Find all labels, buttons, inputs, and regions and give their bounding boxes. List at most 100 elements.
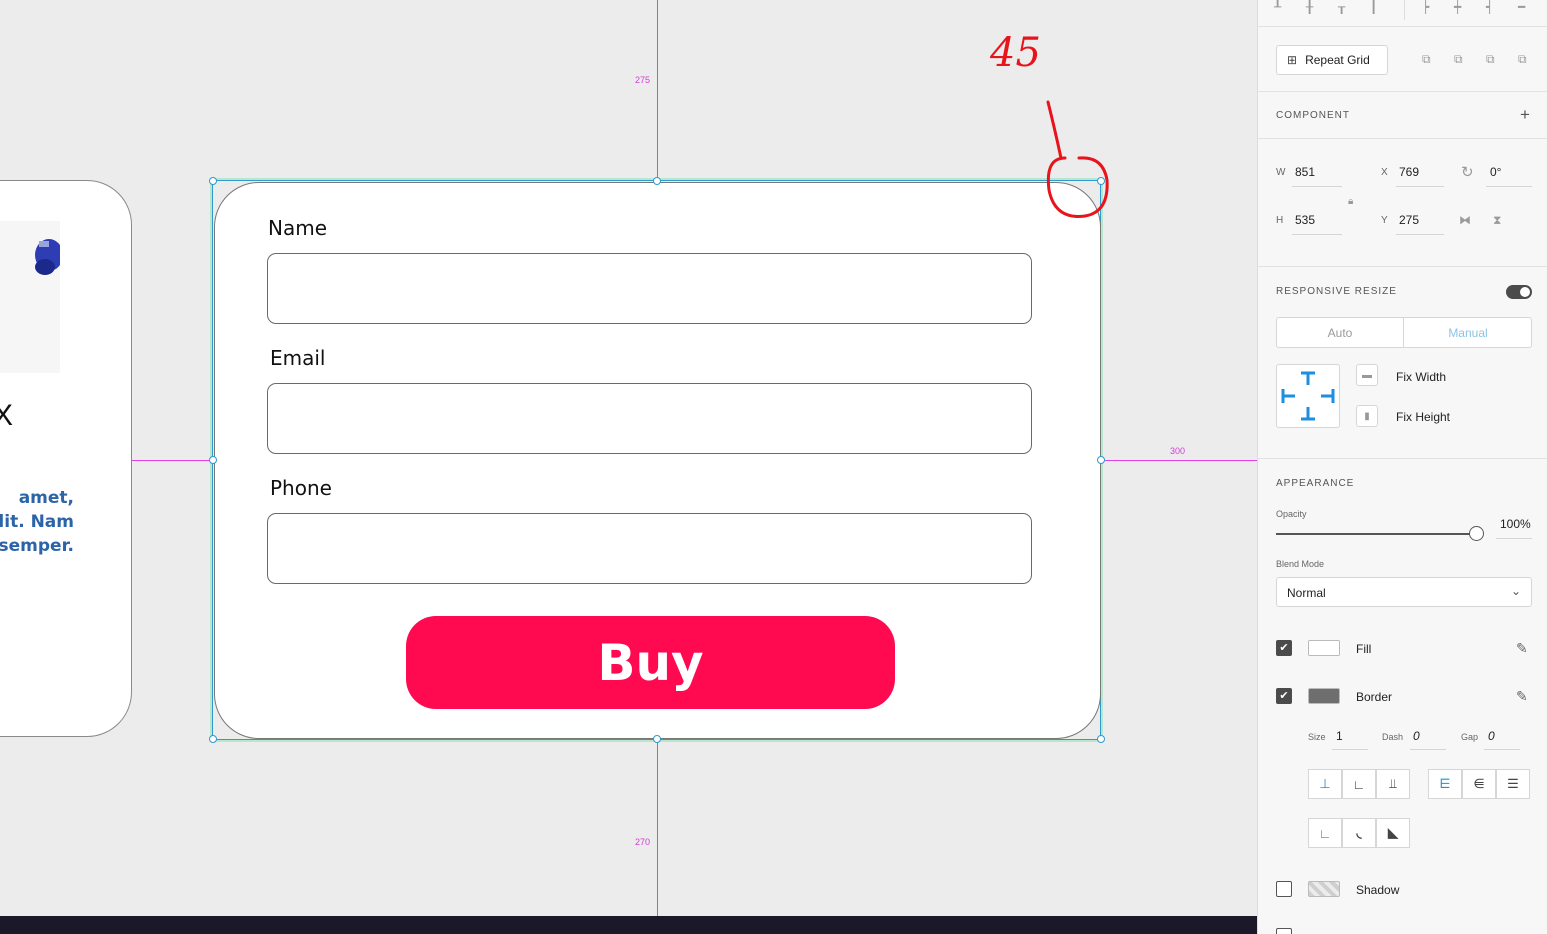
fix-width-checkbox[interactable]: ▬ <box>1356 364 1378 386</box>
repeat-grid-label: Repeat Grid <box>1305 53 1370 67</box>
dash-underline <box>1410 749 1446 750</box>
border-color-swatch[interactable] <box>1308 688 1340 704</box>
opacity-slider-handle[interactable] <box>1469 526 1484 541</box>
height-field[interactable]: 535 <box>1295 213 1315 227</box>
buy-button[interactable]: Buy <box>406 616 895 709</box>
align-middle-icon[interactable]: ╂ <box>1306 0 1313 14</box>
stroke-inside-icon[interactable]: ⋿ <box>1428 769 1462 799</box>
resize-handle-bottom[interactable] <box>653 735 661 743</box>
rotate-icon: ↻ <box>1461 164 1474 181</box>
responsive-resize-title: RESPONSIVE RESIZE <box>1276 286 1397 297</box>
fix-height-checkbox[interactable]: ▮ <box>1356 405 1378 427</box>
divider <box>1258 91 1547 92</box>
eyedropper-icon[interactable]: ✎ <box>1516 688 1528 705</box>
annotation-text: 45 <box>990 30 1041 76</box>
description-line: lit. Nam <box>0 512 74 532</box>
product-card-left[interactable]: X amet, lit. Nam semper. <box>0 180 132 737</box>
distribute-horizontal-icon[interactable]: ━ <box>1518 0 1525 14</box>
boolean-exclude-icon[interactable]: ⧉ <box>1518 52 1527 67</box>
shadow-label: Shadow <box>1356 883 1400 897</box>
height-label: H <box>1276 215 1284 226</box>
x-field[interactable]: 769 <box>1399 165 1419 179</box>
line-join-bevel-icon[interactable]: ⫫ <box>1376 769 1410 799</box>
y-label: Y <box>1381 215 1388 226</box>
guide-bottom <box>657 740 658 934</box>
resize-handle-left[interactable] <box>209 456 217 464</box>
fill-checkbox[interactable]: ✔ <box>1276 640 1292 656</box>
add-component-button[interactable]: + <box>1520 105 1530 125</box>
y-field[interactable]: 275 <box>1399 213 1419 227</box>
flip-horizontal-icon[interactable]: ⧓ <box>1459 213 1471 227</box>
blend-mode-value: Normal <box>1287 586 1326 600</box>
fill-color-swatch[interactable] <box>1308 640 1340 656</box>
line-join-round-icon[interactable]: ∟ <box>1342 769 1376 799</box>
border-dash-field[interactable]: 0 <box>1413 729 1420 743</box>
flip-vertical-icon[interactable]: ⧗ <box>1493 213 1501 228</box>
shadow-color-swatch[interactable] <box>1308 881 1340 897</box>
constraints-widget[interactable] <box>1276 364 1340 428</box>
boolean-add-icon[interactable]: ⧉ <box>1422 52 1431 67</box>
auto-mode-tab[interactable]: Auto <box>1277 318 1404 347</box>
align-right-icon[interactable]: ┥ <box>1486 0 1493 14</box>
repeat-grid-button[interactable]: ⊞ Repeat Grid <box>1276 45 1388 75</box>
stroke-center-icon[interactable]: ⋹ <box>1462 769 1496 799</box>
resize-handle-bottom-right[interactable] <box>1097 735 1105 743</box>
lock-aspect-icon[interactable]: 🔒︎ <box>1348 196 1353 207</box>
x-underline <box>1396 186 1444 187</box>
align-top-icon[interactable]: ┸ <box>1274 0 1281 14</box>
opacity-underline <box>1496 538 1532 539</box>
shadow-checkbox[interactable] <box>1276 881 1292 897</box>
border-gap-field[interactable]: 0 <box>1488 729 1495 743</box>
x-label: X <box>1381 167 1388 178</box>
resize-handle-bottom-left[interactable] <box>209 735 217 743</box>
divider <box>1258 138 1547 139</box>
guide-top-value: 275 <box>635 75 651 85</box>
resize-handle-right[interactable] <box>1097 456 1105 464</box>
boolean-subtract-icon[interactable]: ⧉ <box>1454 52 1463 67</box>
width-field[interactable]: 851 <box>1295 165 1315 179</box>
repeat-grid-icon: ⊞ <box>1287 53 1298 67</box>
rotation-underline <box>1486 186 1532 187</box>
stroke-outside-icon[interactable]: ☰ <box>1496 769 1530 799</box>
email-input[interactable] <box>267 383 1032 454</box>
cap-square-icon[interactable]: ◣ <box>1376 818 1410 848</box>
opacity-slider-track[interactable] <box>1276 533 1476 535</box>
gap-underline <box>1484 749 1520 750</box>
distribute-vertical-icon[interactable]: ┃ <box>1370 0 1377 14</box>
taskbar <box>0 916 1257 934</box>
y-underline <box>1396 234 1444 235</box>
order-form-card[interactable]: Name Email Phone Buy <box>214 182 1101 739</box>
name-input[interactable] <box>267 253 1032 324</box>
responsive-resize-toggle[interactable] <box>1506 285 1532 299</box>
align-bottom-icon[interactable]: ┰ <box>1338 0 1345 14</box>
resize-handle-top-left[interactable] <box>209 177 217 185</box>
rotation-field[interactable]: 0° <box>1490 165 1501 179</box>
blend-mode-select[interactable]: Normal ⌄ <box>1276 577 1532 607</box>
align-left-icon[interactable]: ┝ <box>1422 0 1429 14</box>
divider <box>1258 266 1547 267</box>
divider <box>1258 26 1547 27</box>
border-size-field[interactable]: 1 <box>1336 729 1343 743</box>
line-join-miter-icon[interactable]: ⊥ <box>1308 769 1342 799</box>
product-image <box>0 221 63 373</box>
design-canvas[interactable]: 275 270 769 300 X amet, lit. Nam semper.… <box>0 0 1257 934</box>
background-blur-checkbox[interactable] <box>1276 928 1292 934</box>
name-label: Name <box>268 216 328 240</box>
border-dash-label: Dash <box>1382 732 1404 742</box>
resize-handle-top[interactable] <box>653 177 661 185</box>
phone-input[interactable] <box>267 513 1032 584</box>
cap-round-icon[interactable]: ◟ <box>1342 818 1376 848</box>
border-label: Border <box>1356 690 1393 704</box>
manual-mode-tab[interactable]: Manual <box>1405 318 1531 347</box>
blend-mode-label: Blend Mode <box>1276 559 1325 569</box>
fix-height-label: Fix Height <box>1396 410 1451 424</box>
boolean-intersect-icon[interactable]: ⧉ <box>1486 52 1495 67</box>
cap-butt-icon[interactable]: ∟ <box>1308 818 1342 848</box>
border-checkbox[interactable]: ✔ <box>1276 688 1292 704</box>
align-center-icon[interactable]: ┿ <box>1454 0 1461 14</box>
opacity-value[interactable]: 100% <box>1500 517 1531 531</box>
product-image-graphic <box>35 239 63 275</box>
toolbar-divider <box>1404 0 1405 20</box>
eyedropper-icon[interactable]: ✎ <box>1516 640 1528 657</box>
chevron-down-icon: ⌄ <box>1510 584 1521 598</box>
